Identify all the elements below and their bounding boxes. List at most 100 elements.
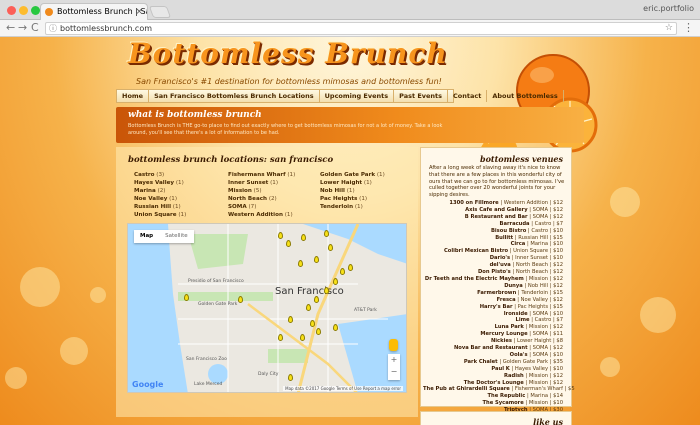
- venue-name[interactable]: Farmerbrown: [477, 290, 516, 296]
- location-link[interactable]: Marina (2): [134, 187, 166, 195]
- location-link[interactable]: North Beach (2): [228, 195, 277, 203]
- venue-item[interactable]: Harry's Bar | Pac Heights | $15: [423, 304, 563, 311]
- venue-name[interactable]: Bullitt: [495, 235, 513, 241]
- location-link[interactable]: Tenderloin (1): [320, 203, 363, 211]
- map-attribution[interactable]: Map data ©2017 Google Terms of Use Repor…: [283, 386, 403, 391]
- address-bar[interactable]: ⓘ bottomlessbrunch.com ☆: [45, 22, 677, 35]
- location-link[interactable]: Inner Sunset (1): [228, 179, 278, 187]
- venue-item[interactable]: Dunya | Nob Hill | $12: [423, 283, 563, 290]
- map-pin[interactable]: [286, 240, 291, 247]
- venue-name[interactable]: 1300 on Fillmore: [449, 200, 498, 206]
- venue-name[interactable]: Nova Bar and Restaurant: [454, 345, 528, 351]
- venue-name[interactable]: Bisou Bistro: [491, 228, 526, 234]
- venue-name[interactable]: Luna Park: [495, 324, 524, 330]
- map-pin[interactable]: [333, 324, 338, 331]
- venue-name[interactable]: Park Chalet: [464, 359, 498, 365]
- map-type-map-button[interactable]: Map: [134, 230, 159, 243]
- map-pin[interactable]: [314, 256, 319, 263]
- venue-item[interactable]: Park Chalet | Golden Gate Park | $35: [423, 359, 563, 366]
- browser-tab[interactable]: Bottomless Brunch | San Franc ×: [40, 3, 148, 20]
- bookmark-star-icon[interactable]: ☆: [665, 23, 673, 34]
- venue-item[interactable]: Ironside | SOMA | $10: [423, 311, 563, 318]
- nav-past-events[interactable]: Past Events: [394, 90, 449, 102]
- map-pin[interactable]: [314, 296, 319, 303]
- venue-name[interactable]: Fresca: [497, 297, 516, 303]
- profile-name[interactable]: eric.portfolio: [643, 4, 694, 13]
- venue-item[interactable]: Nickies | Lower Haight | $8: [423, 338, 563, 345]
- location-link[interactable]: Fishermans Wharf (1): [228, 171, 295, 179]
- venue-item[interactable]: B Restaurant and Bar | SOMA | $12: [423, 214, 563, 221]
- back-arrow-icon[interactable]: ←: [6, 21, 15, 35]
- venue-name[interactable]: B Restaurant and Bar: [465, 214, 528, 220]
- venue-name[interactable]: The Doctor's Lounge: [464, 380, 524, 386]
- venue-item[interactable]: Bullitt | Russian Hill | $15: [423, 235, 563, 242]
- venue-item[interactable]: Don Pisto's | North Beach | $12: [423, 269, 563, 276]
- venue-name[interactable]: The Republic: [487, 393, 525, 399]
- nav-sf-locations[interactable]: San Francisco Bottomless Brunch Location…: [149, 90, 320, 102]
- location-link[interactable]: SOMA (7): [228, 203, 256, 211]
- venue-item[interactable]: Luna Park | Mission | $12: [423, 324, 563, 331]
- map-type-satellite-button[interactable]: Satellite: [159, 230, 194, 243]
- venue-name[interactable]: Nickies: [491, 338, 512, 344]
- map-pin[interactable]: [238, 296, 243, 303]
- nav-home[interactable]: Home: [117, 90, 150, 102]
- map-pin[interactable]: [328, 244, 333, 251]
- map-pin[interactable]: [301, 234, 306, 241]
- venue-item[interactable]: Bisou Bistro | Castro | $10: [423, 228, 563, 235]
- venue-item[interactable]: Mercury Lounge | SOMA | $11: [423, 331, 563, 338]
- venue-name[interactable]: Paul K: [491, 366, 509, 372]
- map-pin[interactable]: [316, 328, 321, 335]
- venue-name[interactable]: Axis Cafe and Gallery: [465, 207, 527, 213]
- map-pin[interactable]: [348, 264, 353, 271]
- venue-item[interactable]: Circa | Marina | $10: [423, 241, 563, 248]
- venue-item[interactable]: Dario's | Inner Sunset | $10: [423, 255, 563, 262]
- venue-name[interactable]: Dario's: [490, 255, 510, 261]
- venue-name[interactable]: Oola's: [510, 352, 528, 358]
- location-link[interactable]: Nob Hill (1): [320, 187, 355, 195]
- map-pin[interactable]: [300, 334, 305, 341]
- venue-item[interactable]: Farmerbrown | Tenderloin | $15: [423, 290, 563, 297]
- venue-item[interactable]: Fresca | Noe Valley | $12: [423, 297, 563, 304]
- venue-name[interactable]: Colibri Mexican Bistro: [444, 248, 508, 254]
- venue-item[interactable]: Nova Bar and Restaurant | SOMA | $12: [423, 345, 563, 352]
- map-pin[interactable]: [298, 260, 303, 267]
- venue-item[interactable]: Dr Teeth and the Electric Mayhem | Missi…: [423, 276, 563, 283]
- location-link[interactable]: Noe Valley (1): [134, 195, 177, 203]
- reload-icon[interactable]: C: [31, 21, 39, 35]
- map-pin[interactable]: [278, 232, 283, 239]
- map-pin[interactable]: [288, 316, 293, 323]
- venue-item[interactable]: The Doctor's Lounge | Mission | $12: [423, 380, 563, 387]
- venue-name[interactable]: Harry's Bar: [480, 304, 513, 310]
- map-pin[interactable]: [278, 334, 283, 341]
- location-link[interactable]: Mission (5): [228, 187, 262, 195]
- venue-name[interactable]: Radish: [504, 373, 524, 379]
- location-link[interactable]: Golden Gate Park (1): [320, 171, 385, 179]
- nav-about[interactable]: About Bottomless: [487, 90, 564, 102]
- location-link[interactable]: Lower Haight (1): [320, 179, 372, 187]
- venue-item[interactable]: Lime | Castro | $7: [423, 317, 563, 324]
- location-link[interactable]: Russian Hill (1): [134, 203, 181, 211]
- minimize-window-button[interactable]: [19, 6, 28, 15]
- zoom-in-button[interactable]: +: [388, 354, 400, 366]
- browser-menu-icon[interactable]: ⋮: [683, 21, 694, 34]
- venue-name[interactable]: Don Pisto's: [478, 269, 511, 275]
- venue-name[interactable]: The Pub at Ghirardelli Square: [423, 386, 510, 392]
- venue-name[interactable]: Dunya: [504, 283, 523, 289]
- venue-item[interactable]: Barracuda | Castro | $7: [423, 221, 564, 228]
- forward-arrow-icon[interactable]: →: [18, 21, 27, 35]
- google-map[interactable]: Map Satellite San Francisco Presidio of …: [127, 223, 407, 393]
- venue-item[interactable]: The Republic | Marina | $14: [423, 393, 563, 400]
- location-link[interactable]: Union Square (1): [134, 211, 186, 219]
- location-link[interactable]: Pac Heights (1): [320, 195, 367, 203]
- nav-contact[interactable]: Contact: [448, 90, 488, 102]
- venue-name[interactable]: Lime: [516, 317, 530, 323]
- map-pin[interactable]: [288, 374, 293, 381]
- map-pin[interactable]: [310, 320, 315, 327]
- venue-name[interactable]: The Sycamore: [482, 400, 523, 406]
- venue-item[interactable]: Radish | Mission | $12: [423, 373, 563, 380]
- venue-name[interactable]: Barracuda: [500, 221, 530, 227]
- map-pin[interactable]: [340, 268, 345, 275]
- venue-name[interactable]: Ironside: [504, 311, 528, 317]
- venue-item[interactable]: Colibri Mexican Bistro | Union Square | …: [423, 248, 563, 255]
- street-view-pegman-icon[interactable]: [389, 339, 398, 351]
